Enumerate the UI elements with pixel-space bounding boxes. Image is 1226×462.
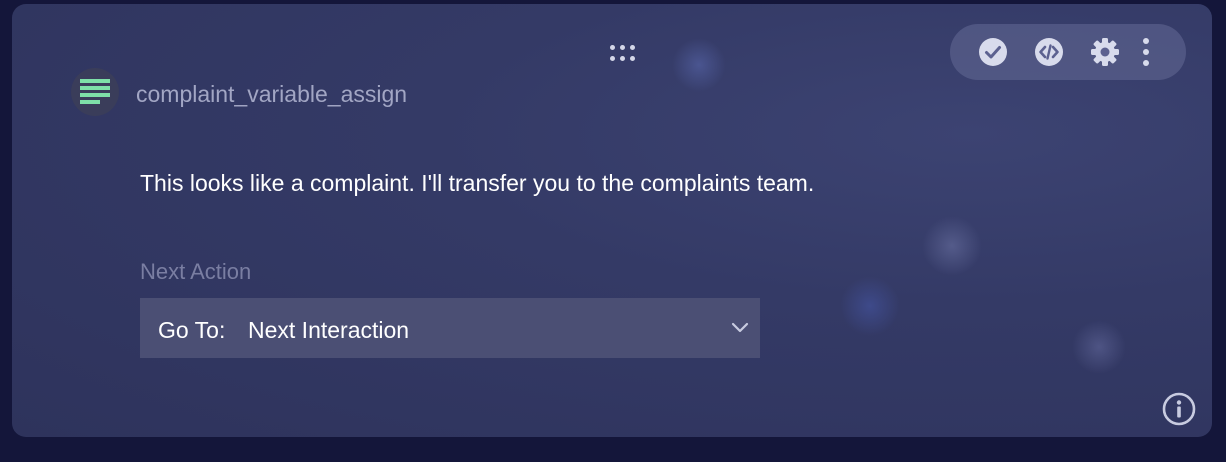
node-toolbar [950,24,1186,80]
more-vertical-icon [1143,38,1149,66]
background-glow [922,216,982,276]
drag-handle-icon[interactable] [610,44,642,64]
node-name[interactable]: complaint_variable_assign [136,81,407,108]
settings-button[interactable] [1089,36,1121,68]
background-glow [672,38,726,92]
message-node-icon [71,68,119,116]
check-circle-icon [979,38,1007,66]
interaction-card[interactable]: complaint_variable_assign This looks lik… [12,4,1212,437]
select-prefix: Go To: [158,317,226,343]
background-glow [840,276,900,336]
next-action-select[interactable]: Go To: Next Interaction [140,298,760,358]
chevron-down-icon [731,322,749,333]
text-lines-icon [80,79,110,104]
gear-icon [1091,38,1119,66]
code-icon [1035,38,1063,66]
info-icon[interactable] [1162,392,1196,426]
validate-button[interactable] [977,36,1009,68]
select-value: Next Interaction [248,317,410,343]
next-action-label: Next Action [140,259,252,284]
message-text[interactable]: This looks like a complaint. I'll transf… [140,170,814,197]
code-button[interactable] [1033,36,1065,68]
background-glow [1072,320,1126,374]
more-options-button[interactable] [1136,36,1156,68]
